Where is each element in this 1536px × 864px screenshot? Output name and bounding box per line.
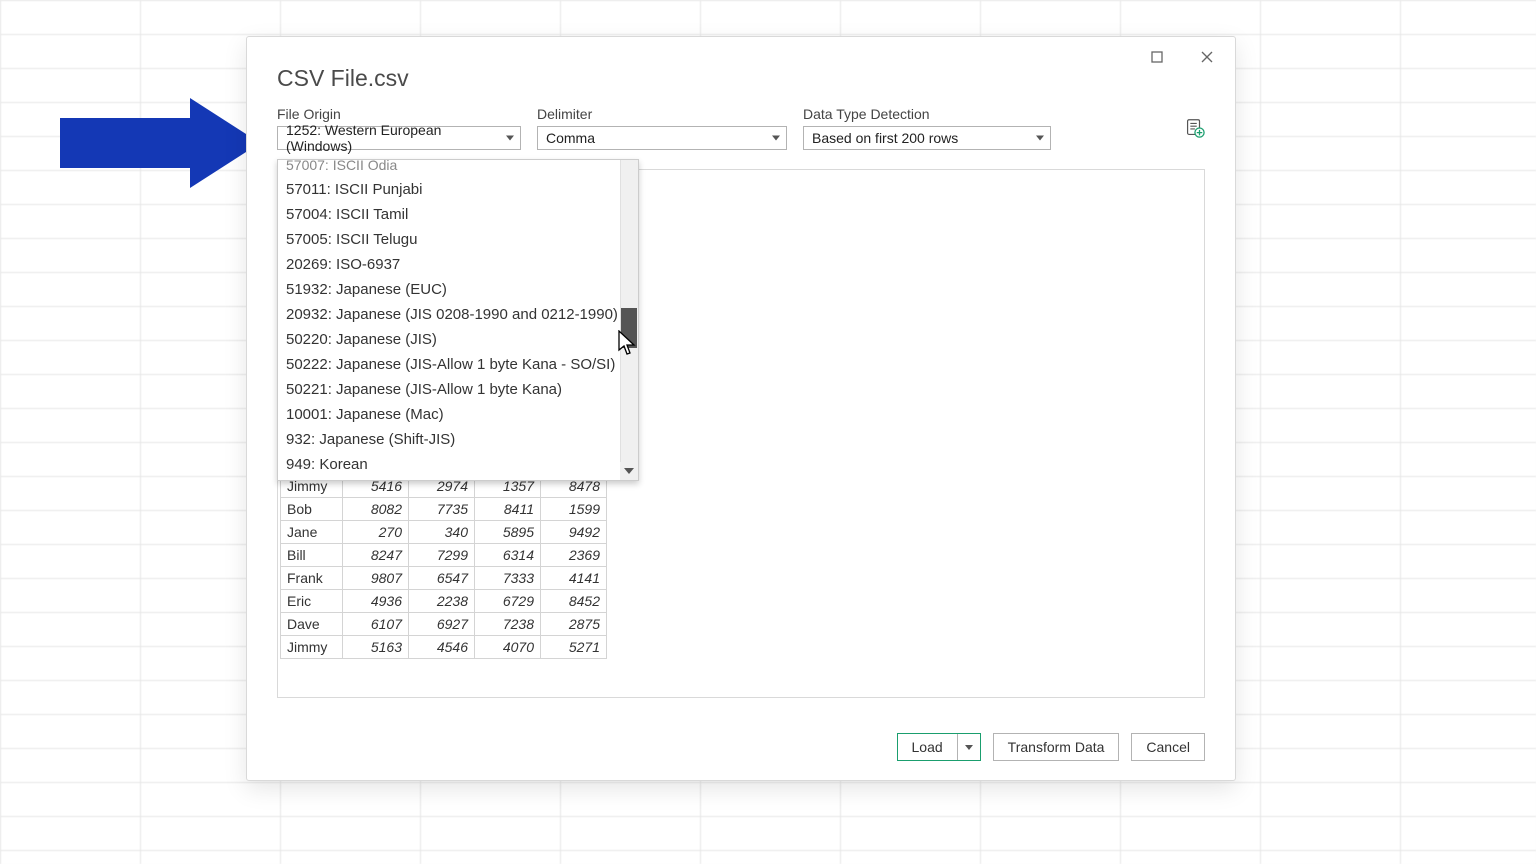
encoding-option[interactable]: 949: Korean (278, 452, 620, 477)
annotation-arrow (60, 98, 260, 188)
encoding-option[interactable]: 57004: ISCII Tamil (278, 202, 620, 227)
transform-data-button[interactable]: Transform Data (993, 733, 1120, 761)
value-cell: 340 (409, 521, 475, 544)
encoding-option[interactable]: 57011: ISCII Punjabi (278, 177, 620, 202)
file-origin-select[interactable]: 1252: Western European (Windows) (277, 126, 521, 150)
value-cell: 2875 (541, 613, 607, 636)
load-button[interactable]: Load (898, 734, 958, 760)
encoding-option[interactable]: 50221: Japanese (JIS-Allow 1 byte Kana) (278, 377, 620, 402)
value-cell: 8452 (541, 590, 607, 613)
value-cell: 7333 (475, 567, 541, 590)
value-cell: 8247 (343, 544, 409, 567)
cancel-button[interactable]: Cancel (1131, 733, 1205, 761)
value-cell: 6729 (475, 590, 541, 613)
delimiter-value: Comma (546, 130, 595, 146)
detection-select[interactable]: Based on first 200 rows (803, 126, 1051, 150)
value-cell: 6107 (343, 613, 409, 636)
table-row: Bob8082773584111599 (281, 498, 607, 521)
chevron-down-icon (772, 136, 780, 141)
value-cell: 1599 (541, 498, 607, 521)
file-origin-dropdown[interactable]: 57007: ISCII Odia57011: ISCII Punjabi570… (277, 159, 639, 481)
detection-value: Based on first 200 rows (812, 130, 958, 146)
name-cell: Frank (281, 567, 343, 590)
dropdown-scrollbar[interactable] (620, 160, 638, 480)
encoding-option[interactable]: 10001: Japanese (Mac) (278, 402, 620, 427)
encoding-option[interactable]: 20932: Japanese (JIS 0208-1990 and 0212-… (278, 302, 620, 327)
encoding-option[interactable]: 932: Japanese (Shift-JIS) (278, 427, 620, 452)
value-cell: 4936 (343, 590, 409, 613)
file-origin-label: File Origin (277, 106, 521, 122)
value-cell: 4070 (475, 636, 541, 659)
encoding-option[interactable]: 57007: ISCII Odia (278, 159, 620, 177)
table-row: Frank9807654773334141 (281, 567, 607, 590)
value-cell: 6547 (409, 567, 475, 590)
scroll-down-icon[interactable] (620, 462, 638, 480)
dialog-title: CSV File.csv (277, 65, 1205, 92)
load-split-button: Load (897, 733, 981, 761)
value-cell: 9492 (541, 521, 607, 544)
value-cell: 5271 (541, 636, 607, 659)
encoding-option[interactable]: 51932: Japanese (EUC) (278, 277, 620, 302)
chevron-down-icon (1036, 136, 1044, 141)
name-cell: Jimmy (281, 636, 343, 659)
name-cell: Eric (281, 590, 343, 613)
chevron-down-icon (506, 136, 514, 141)
settings-icon[interactable] (1183, 117, 1205, 139)
encoding-option[interactable]: 20269: ISO-6937 (278, 252, 620, 277)
table-row: Jimmy5163454640705271 (281, 636, 607, 659)
table-row: Eric4936223867298452 (281, 590, 607, 613)
value-cell: 4546 (409, 636, 475, 659)
name-cell: Dave (281, 613, 343, 636)
delimiter-label: Delimiter (537, 106, 787, 122)
name-cell: Bob (281, 498, 343, 521)
value-cell: 8411 (475, 498, 541, 521)
value-cell: 4141 (541, 567, 607, 590)
value-cell: 5163 (343, 636, 409, 659)
encoding-option[interactable]: 51949: Korean (EUC) (278, 477, 620, 481)
value-cell: 8082 (343, 498, 409, 521)
table-row: Jane27034058959492 (281, 521, 607, 544)
value-cell: 270 (343, 521, 409, 544)
import-dialog: CSV File.csv File Origin 1252: Western E… (246, 36, 1236, 781)
value-cell: 7238 (475, 613, 541, 636)
name-cell: Bill (281, 544, 343, 567)
value-cell: 6927 (409, 613, 475, 636)
value-cell: 2369 (541, 544, 607, 567)
name-cell: Jane (281, 521, 343, 544)
encoding-option[interactable]: 50222: Japanese (JIS-Allow 1 byte Kana -… (278, 352, 620, 377)
dialog-footer: Load Transform Data Cancel (247, 714, 1235, 780)
encoding-option[interactable]: 57005: ISCII Telugu (278, 227, 620, 252)
file-origin-value: 1252: Western European (Windows) (286, 122, 498, 154)
value-cell: 9807 (343, 567, 409, 590)
detection-label: Data Type Detection (803, 106, 1051, 122)
table-row: Dave6107692772382875 (281, 613, 607, 636)
load-dropdown-button[interactable] (958, 734, 980, 760)
delimiter-select[interactable]: Comma (537, 126, 787, 150)
table-row: Bill8247729963142369 (281, 544, 607, 567)
value-cell: 7299 (409, 544, 475, 567)
value-cell: 5895 (475, 521, 541, 544)
value-cell: 7735 (409, 498, 475, 521)
preview-table: Jimmy5416297413578478Bob8082773584111599… (280, 474, 607, 659)
scrollbar-thumb[interactable] (621, 308, 637, 348)
encoding-option[interactable]: 50220: Japanese (JIS) (278, 327, 620, 352)
value-cell: 6314 (475, 544, 541, 567)
value-cell: 2238 (409, 590, 475, 613)
